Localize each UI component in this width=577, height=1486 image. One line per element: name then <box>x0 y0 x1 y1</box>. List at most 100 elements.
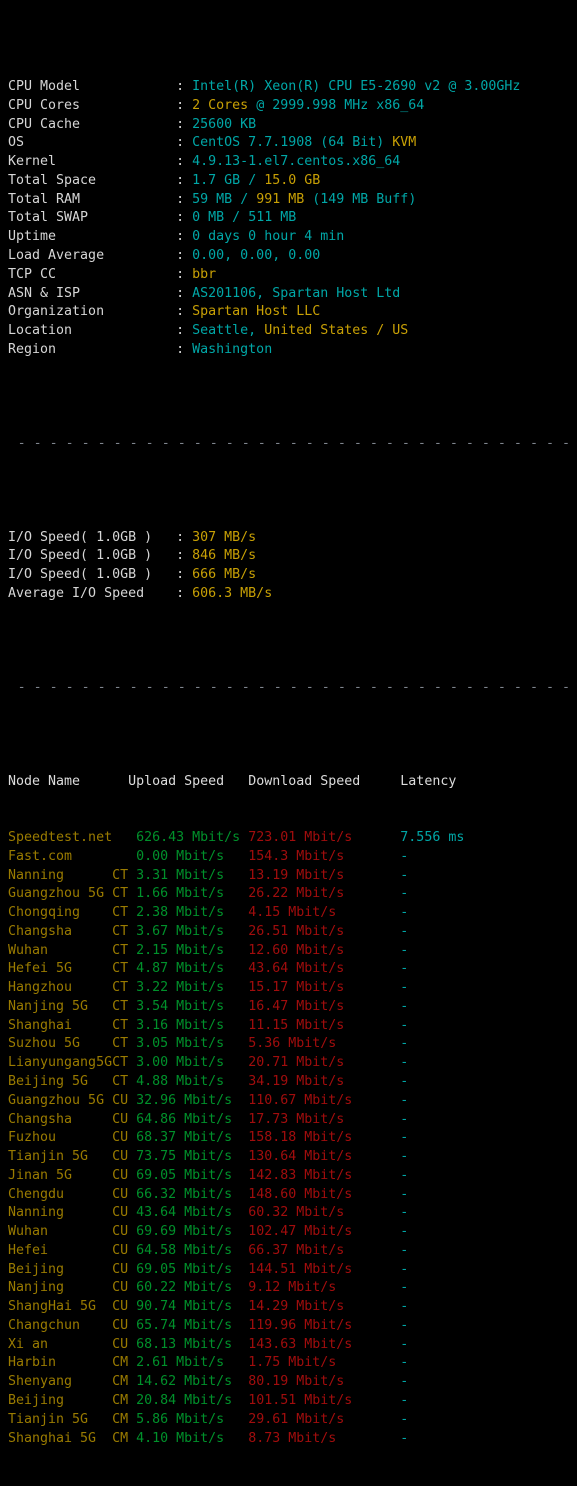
speedtest-download-speed: 66.37 Mbit/s <box>248 1242 401 1258</box>
speedtest-isp-code: CT <box>112 942 137 958</box>
system-info-label: Location <box>0 323 177 339</box>
speedtest-node-name: Nanjing <box>0 1280 113 1296</box>
system-info-value: Seattle, <box>192 323 265 339</box>
speedtest-download-speed: 14.29 Mbit/s <box>248 1299 401 1315</box>
speedtest-latency: - <box>400 1393 409 1408</box>
speedtest-node-name: Fast.com <box>0 848 113 864</box>
system-info-colon: : <box>176 172 193 188</box>
system-info-colon: : <box>176 323 193 339</box>
speedtest-upload-speed: 3.31 Mbit/s <box>136 867 249 883</box>
speedtest-latency: - <box>400 1336 409 1352</box>
terminal-output: CPU Model : Intel(R) Xeon(R) CPU E5-2690… <box>0 0 577 1486</box>
speedtest-latency: - <box>400 961 409 977</box>
system-info-row: Total RAM : 59 MB / 991 MB (149 MB Buff) <box>0 191 577 210</box>
system-info-colon: : <box>176 210 193 226</box>
speedtest-download-speed: 60.32 Mbit/s <box>248 1205 401 1221</box>
speedtest-node-name: Nanning <box>0 1205 113 1221</box>
system-info-row: Organization : Spartan Host LLC <box>0 303 577 322</box>
system-info-value: 0 days 0 hour 4 min <box>192 229 345 245</box>
system-info-label: Total RAM <box>0 191 177 207</box>
speedtest-download-speed: 158.18 Mbit/s <box>248 1130 401 1146</box>
io-speed-colon: : <box>176 567 193 583</box>
speedtest-row: Fuzhou CU 68.37 Mbit/s 158.18 Mbit/s - <box>0 1129 577 1148</box>
speedtest-node-name: Changsha <box>0 1111 113 1127</box>
speedtest-upload-speed: 73.75 Mbit/s <box>136 1149 249 1165</box>
col-header-node: Node Name <box>0 773 129 789</box>
speedtest-upload-speed: 64.86 Mbit/s <box>136 1111 249 1127</box>
speedtest-node-name: Speedtest.net <box>0 830 113 846</box>
speedtest-isp-code: CU <box>112 1280 137 1296</box>
speedtest-download-speed: 29.61 Mbit/s <box>248 1411 401 1427</box>
speedtest-node-name: ShangHai 5G <box>0 1299 113 1315</box>
speedtest-node-name: Beijing <box>0 1261 113 1277</box>
speedtest-latency: - <box>400 980 409 996</box>
speedtest-download-speed: 5.36 Mbit/s <box>248 1036 401 1052</box>
system-info-row: Uptime : 0 days 0 hour 4 min <box>0 228 577 247</box>
speedtest-upload-speed: 69.69 Mbit/s <box>136 1224 249 1240</box>
speedtest-latency: - <box>400 942 409 958</box>
speedtest-download-speed: 8.73 Mbit/s <box>248 1430 401 1446</box>
speedtest-download-speed: 43.64 Mbit/s <box>248 961 401 977</box>
io-speed-value: 606.3 MB/s <box>192 585 273 601</box>
speedtest-isp-code: CU <box>112 1317 137 1333</box>
speedtest-latency: - <box>400 1130 409 1146</box>
system-info-value: Spartan Host LLC <box>192 304 321 320</box>
speedtest-row: Jinan 5G CU 69.05 Mbit/s 142.83 Mbit/s - <box>0 1167 577 1186</box>
speedtest-upload-speed: 43.64 Mbit/s <box>136 1205 249 1221</box>
system-info-label: ASN & ISP <box>0 285 177 301</box>
speedtest-download-speed: 110.67 Mbit/s <box>248 1092 401 1108</box>
speedtest-latency: - <box>400 923 409 939</box>
system-info-block: CPU Model : Intel(R) Xeon(R) CPU E5-2690… <box>0 78 577 359</box>
speedtest-node-name: Chengdu <box>0 1186 113 1202</box>
speedtest-isp-code: CT <box>112 1017 137 1033</box>
speedtest-isp-code: CM <box>112 1430 137 1446</box>
system-info-value: 511 MB <box>248 210 297 226</box>
speedtest-latency: - <box>400 1186 409 1202</box>
speedtest-isp-code: CT <box>112 1073 137 1089</box>
speedtest-node-name: Suzhou 5G <box>0 1036 113 1052</box>
separator-line-1: - - - - - - - - - - - - - - - - - - - - … <box>17 435 570 451</box>
speedtest-latency: - <box>400 1149 409 1165</box>
speedtest-row: Xi an CU 68.13 Mbit/s 143.63 Mbit/s - <box>0 1336 577 1355</box>
speedtest-latency: - <box>400 1261 409 1277</box>
system-info-colon: : <box>176 285 193 301</box>
speedtest-node-name: Wuhan <box>0 1224 113 1240</box>
system-info-row: Kernel : 4.9.13-1.el7.centos.x86_64 <box>0 153 577 172</box>
system-info-value: 4.9.13-1.el7.centos.x86_64 <box>192 154 401 170</box>
speedtest-isp-code: CU <box>112 1092 137 1108</box>
speedtest-row: Lianyungang5GCT 3.00 Mbit/s 20.71 Mbit/s… <box>0 1054 577 1073</box>
speedtest-isp-code: CM <box>112 1374 137 1390</box>
speedtest-latency: - <box>400 1299 409 1315</box>
speedtest-latency: - <box>400 1411 409 1427</box>
speedtest-download-speed: 26.22 Mbit/s <box>248 886 401 902</box>
speedtest-node-name: Tianjin 5G <box>0 1149 113 1165</box>
system-info-colon: : <box>176 229 193 245</box>
system-info-label: TCP CC <box>0 266 177 282</box>
system-info-value: / <box>248 172 265 188</box>
speedtest-download-speed: 102.47 Mbit/s <box>248 1224 401 1240</box>
system-info-row: CPU Cores : 2 Cores @ 2999.998 MHz x86_6… <box>0 97 577 116</box>
speedtest-upload-speed: 69.05 Mbit/s <box>136 1261 249 1277</box>
system-info-colon: : <box>176 116 193 132</box>
speedtest-latency: - <box>400 1355 409 1371</box>
speedtest-row: Speedtest.net 626.43 Mbit/s 723.01 Mbit/… <box>0 829 577 848</box>
speedtest-download-speed: 119.96 Mbit/s <box>248 1317 401 1333</box>
speedtest-download-speed: 16.47 Mbit/s <box>248 998 401 1014</box>
speedtest-download-speed: 26.51 Mbit/s <box>248 923 401 939</box>
speedtest-latency: - <box>400 886 409 902</box>
speedtest-latency: - <box>400 1224 409 1240</box>
system-info-value: 0.00, 0.00, 0.00 <box>192 248 321 264</box>
speedtest-isp-code: CU <box>112 1224 137 1240</box>
speedtest-row: Nanning CT 3.31 Mbit/s 13.19 Mbit/s - <box>0 867 577 886</box>
speedtest-upload-speed: 4.88 Mbit/s <box>136 1073 249 1089</box>
io-speed-block: I/O Speed( 1.0GB ) : 307 MB/s I/O Speed(… <box>0 529 577 604</box>
speedtest-latency: - <box>400 998 409 1014</box>
speedtest-row: Wuhan CU 69.69 Mbit/s 102.47 Mbit/s - <box>0 1223 577 1242</box>
speedtest-isp-code: CT <box>112 998 137 1014</box>
speedtest-row: Fast.com 0.00 Mbit/s 154.3 Mbit/s - <box>0 848 577 867</box>
system-info-value: 59 MB <box>192 191 241 207</box>
speedtest-isp-code: CU <box>112 1111 137 1127</box>
system-info-value: bbr <box>192 266 217 282</box>
speedtest-row: Shenyang CM 14.62 Mbit/s 80.19 Mbit/s - <box>0 1373 577 1392</box>
speedtest-row: Harbin CM 2.61 Mbit/s 1.75 Mbit/s - <box>0 1354 577 1373</box>
